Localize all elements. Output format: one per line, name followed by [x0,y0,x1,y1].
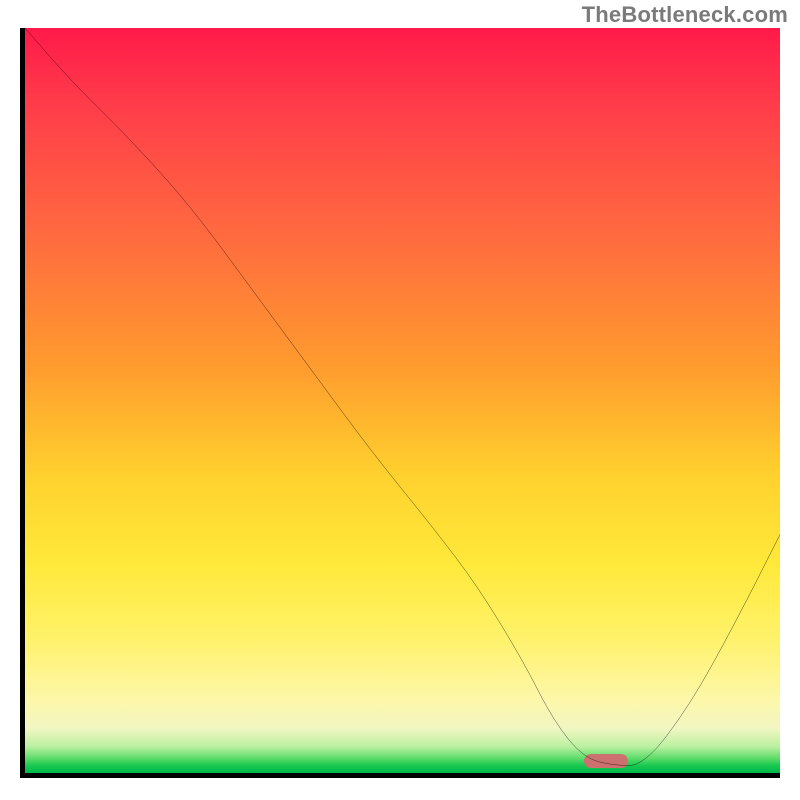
watermark-text: TheBottleneck.com [582,2,788,28]
chart-container: TheBottleneck.com [0,0,800,800]
optimal-marker [584,754,628,768]
axes-frame [20,28,780,778]
